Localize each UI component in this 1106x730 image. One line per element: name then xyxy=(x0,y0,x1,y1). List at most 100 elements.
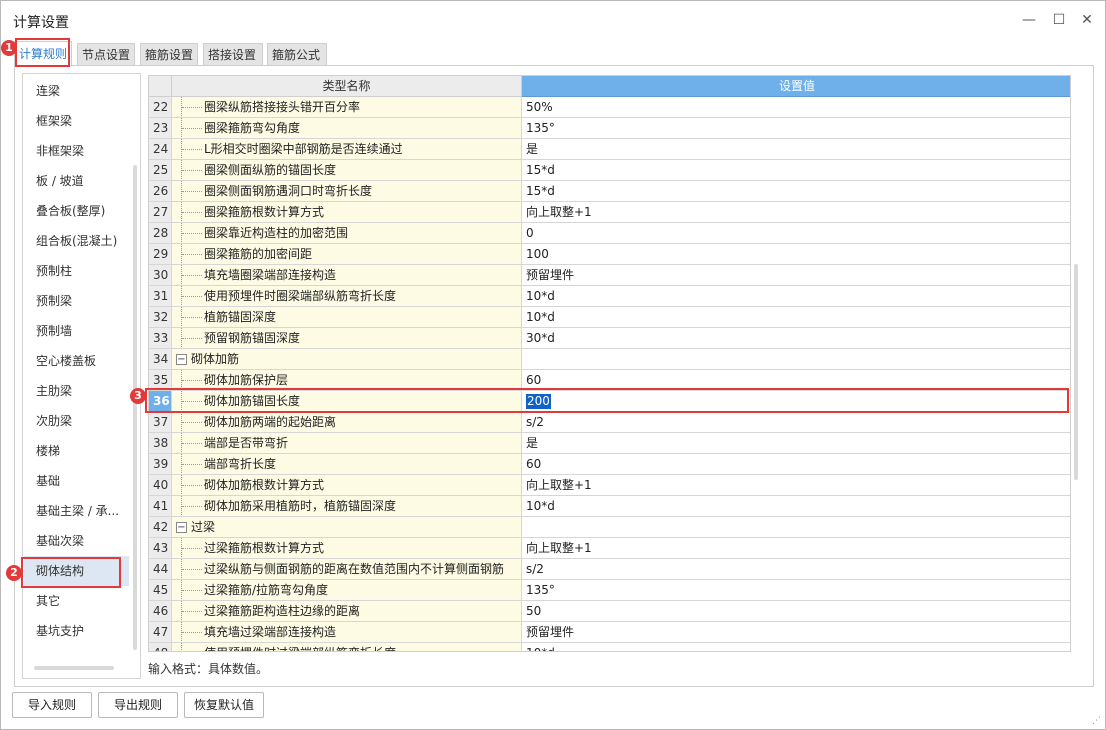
sidebar-item-pit-support[interactable]: 基坑支护 xyxy=(24,616,129,646)
dialog-title: 计算设置 xyxy=(13,15,69,31)
row-number: 24 xyxy=(149,139,172,160)
table-row[interactable]: 37 砌体加筋两端的起始距离 s/2 xyxy=(149,412,1070,433)
sidebar-item-foundation-main-beam[interactable]: 基础主梁 / 承... xyxy=(24,496,129,526)
setting-value-cell[interactable]: 60 xyxy=(522,454,1070,475)
sidebar-item-precast-beam[interactable]: 预制梁 xyxy=(24,286,129,316)
sidebar-horizontal-scrollbar[interactable] xyxy=(34,666,114,670)
column-header-type-name[interactable]: 类型名称 xyxy=(172,76,522,97)
setting-value-cell[interactable]: 预留埋件 xyxy=(522,265,1070,286)
restore-defaults-button[interactable]: 恢复默认值 xyxy=(184,692,264,718)
sidebar-item-stairs[interactable]: 楼梯 xyxy=(24,436,129,466)
sidebar-item-hollow-slab[interactable]: 空心楼盖板 xyxy=(24,346,129,376)
sidebar-item-frame-beam[interactable]: 框架梁 xyxy=(24,106,129,136)
collapse-icon[interactable]: − xyxy=(176,354,187,365)
sidebar-item-foundation-secondary-beam[interactable]: 基础次梁 xyxy=(24,526,129,556)
close-icon[interactable]: ✕ xyxy=(1077,11,1097,29)
sidebar-item-composite-slab-concrete[interactable]: 组合板(混凝土) xyxy=(24,226,129,256)
column-header-setting-value[interactable]: 设置值 xyxy=(522,76,1070,97)
table-row[interactable]: 23 圈梁箍筋弯勾角度 135° xyxy=(149,118,1070,139)
table-row[interactable]: 30 填充墙圈梁端部连接构造 预留埋件 xyxy=(149,265,1070,286)
tab-lap-settings[interactable]: 搭接设置 xyxy=(203,43,263,65)
type-name-cell: 过梁箍筋根数计算方式 xyxy=(172,538,522,559)
minimize-icon[interactable]: — xyxy=(1019,11,1039,29)
sidebar-vertical-scrollbar[interactable] xyxy=(133,165,137,650)
setting-value-cell[interactable]: 向上取整+1 xyxy=(522,475,1070,496)
row-number: 40 xyxy=(149,475,172,496)
table-row[interactable]: 40 砌体加筋根数计算方式 向上取整+1 xyxy=(149,475,1070,496)
tab-node-settings[interactable]: 节点设置 xyxy=(77,43,135,65)
setting-value-cell[interactable]: s/2 xyxy=(522,412,1070,433)
setting-value-cell[interactable]: 15*d xyxy=(522,181,1070,202)
setting-value-cell[interactable]: 15*d xyxy=(522,160,1070,181)
table-row[interactable]: 27 圈梁箍筋根数计算方式 向上取整+1 xyxy=(149,202,1070,223)
setting-value-cell[interactable]: 30*d xyxy=(522,328,1070,349)
resize-grip-icon[interactable]: ⋰ xyxy=(1092,716,1102,726)
setting-value-cell[interactable]: 向上取整+1 xyxy=(522,538,1070,559)
table-row[interactable]: 25 圈梁侧面纵筋的锚固长度 15*d xyxy=(149,160,1070,181)
sidebar-item-precast-column[interactable]: 预制柱 xyxy=(24,256,129,286)
setting-value-cell[interactable]: 预留埋件 xyxy=(522,622,1070,643)
sidebar-item-slab-ramp[interactable]: 板 / 坡道 xyxy=(24,166,129,196)
import-rules-button[interactable]: 导入规则 xyxy=(12,692,92,718)
sidebar-item-precast-wall[interactable]: 预制墙 xyxy=(24,316,129,346)
type-name-cell: 植筋锚固深度 xyxy=(172,307,522,328)
sidebar-item-non-frame-beam[interactable]: 非框架梁 xyxy=(24,136,129,166)
table-row[interactable]: 24 L形相交时圈梁中部钢筋是否连续通过 是 xyxy=(149,139,1070,160)
collapse-icon[interactable]: − xyxy=(176,522,187,533)
setting-value-cell[interactable]: 10*d xyxy=(522,307,1070,328)
setting-value-cell[interactable]: 是 xyxy=(522,433,1070,454)
row-number: 38 xyxy=(149,433,172,454)
table-row[interactable]: 46 过梁箍筋距构造柱边缘的距离 50 xyxy=(149,601,1070,622)
table-row[interactable]: 38 端部是否带弯折 是 xyxy=(149,433,1070,454)
setting-value-cell[interactable]: 10*d xyxy=(522,496,1070,517)
table-row[interactable]: 39 端部弯折长度 60 xyxy=(149,454,1070,475)
maximize-icon[interactable]: ☐ xyxy=(1049,11,1069,29)
type-name-text: 圈梁侧面钢筋遇洞口时弯折长度 xyxy=(204,184,373,198)
table-row[interactable]: 28 圈梁靠近构造柱的加密范围 0 xyxy=(149,223,1070,244)
row-number: 39 xyxy=(149,454,172,475)
row-number: 25 xyxy=(149,160,172,181)
setting-value-cell[interactable]: 50 xyxy=(522,601,1070,622)
table-row[interactable]: 32 植筋锚固深度 10*d xyxy=(149,307,1070,328)
setting-value-cell[interactable]: 10*d xyxy=(522,643,1070,651)
grid-vertical-scrollbar[interactable] xyxy=(1074,264,1078,480)
table-row[interactable]: 43 过梁箍筋根数计算方式 向上取整+1 xyxy=(149,538,1070,559)
setting-value-cell[interactable]: 135° xyxy=(522,580,1070,601)
tab-stirrup-formula[interactable]: 箍筋公式 xyxy=(267,43,327,65)
type-name-text: L形相交时圈梁中部钢筋是否连续通过 xyxy=(204,142,403,156)
category-cell: − 过梁 xyxy=(172,517,522,538)
sidebar-item-foundation[interactable]: 基础 xyxy=(24,466,129,496)
table-row[interactable]: 31 使用预埋件时圈梁端部纵筋弯折长度 10*d xyxy=(149,286,1070,307)
sidebar-item-composite-slab-full[interactable]: 叠合板(整厚) xyxy=(24,196,129,226)
rule-category-list: 连梁 框架梁 非框架梁 板 / 坡道 叠合板(整厚) 组合板(混凝土) 预制柱 … xyxy=(22,73,141,679)
row-number: 44 xyxy=(149,559,172,580)
type-name-text: 圈梁箍筋的加密间距 xyxy=(204,247,313,261)
setting-value-cell[interactable]: 135° xyxy=(522,118,1070,139)
table-row[interactable]: 26 圈梁侧面钢筋遇洞口时弯折长度 15*d xyxy=(149,181,1070,202)
export-rules-button[interactable]: 导出规则 xyxy=(98,692,178,718)
table-row[interactable]: 22 圈梁纵筋搭接接头错开百分率 50% xyxy=(149,97,1070,118)
setting-value-cell[interactable]: 是 xyxy=(522,139,1070,160)
setting-value-cell[interactable]: 100 xyxy=(522,244,1070,265)
table-row[interactable]: 44 过梁纵筋与侧面钢筋的距离在数值范围内不计算侧面钢筋 s/2 xyxy=(149,559,1070,580)
sidebar-item-secondary-rib-beam[interactable]: 次肋梁 xyxy=(24,406,129,436)
setting-value-cell[interactable]: 10*d xyxy=(522,286,1070,307)
sidebar-item-coupling-beam[interactable]: 连梁 xyxy=(24,76,129,106)
sidebar-item-main-rib-beam[interactable]: 主肋梁 xyxy=(24,376,129,406)
table-row[interactable]: 41 砌体加筋采用植筋时，植筋锚固深度 10*d xyxy=(149,496,1070,517)
table-row[interactable]: 45 过梁箍筋/拉筋弯勾角度 135° xyxy=(149,580,1070,601)
table-row[interactable]: 33 预留钢筋锚固深度 30*d xyxy=(149,328,1070,349)
tab-stirrup-settings[interactable]: 箍筋设置 xyxy=(140,43,198,65)
setting-value-cell[interactable]: s/2 xyxy=(522,559,1070,580)
setting-value-cell xyxy=(522,349,1070,370)
table-row[interactable]: 47 填充墙过梁端部连接构造 预留埋件 xyxy=(149,622,1070,643)
table-row[interactable]: 48 使用预埋件时过梁端部纵筋弯折长度 10*d xyxy=(149,643,1070,651)
sidebar-item-other[interactable]: 其它 xyxy=(24,586,129,616)
setting-value-cell[interactable]: 向上取整+1 xyxy=(522,202,1070,223)
setting-value-cell[interactable]: 0 xyxy=(522,223,1070,244)
type-name-cell: L形相交时圈梁中部钢筋是否连续通过 xyxy=(172,139,522,160)
table-row-category[interactable]: 42 − 过梁 xyxy=(149,517,1070,538)
setting-value-cell[interactable]: 50% xyxy=(522,97,1070,118)
table-row-category[interactable]: 34 − 砌体加筋 xyxy=(149,349,1070,370)
table-row[interactable]: 29 圈梁箍筋的加密间距 100 xyxy=(149,244,1070,265)
